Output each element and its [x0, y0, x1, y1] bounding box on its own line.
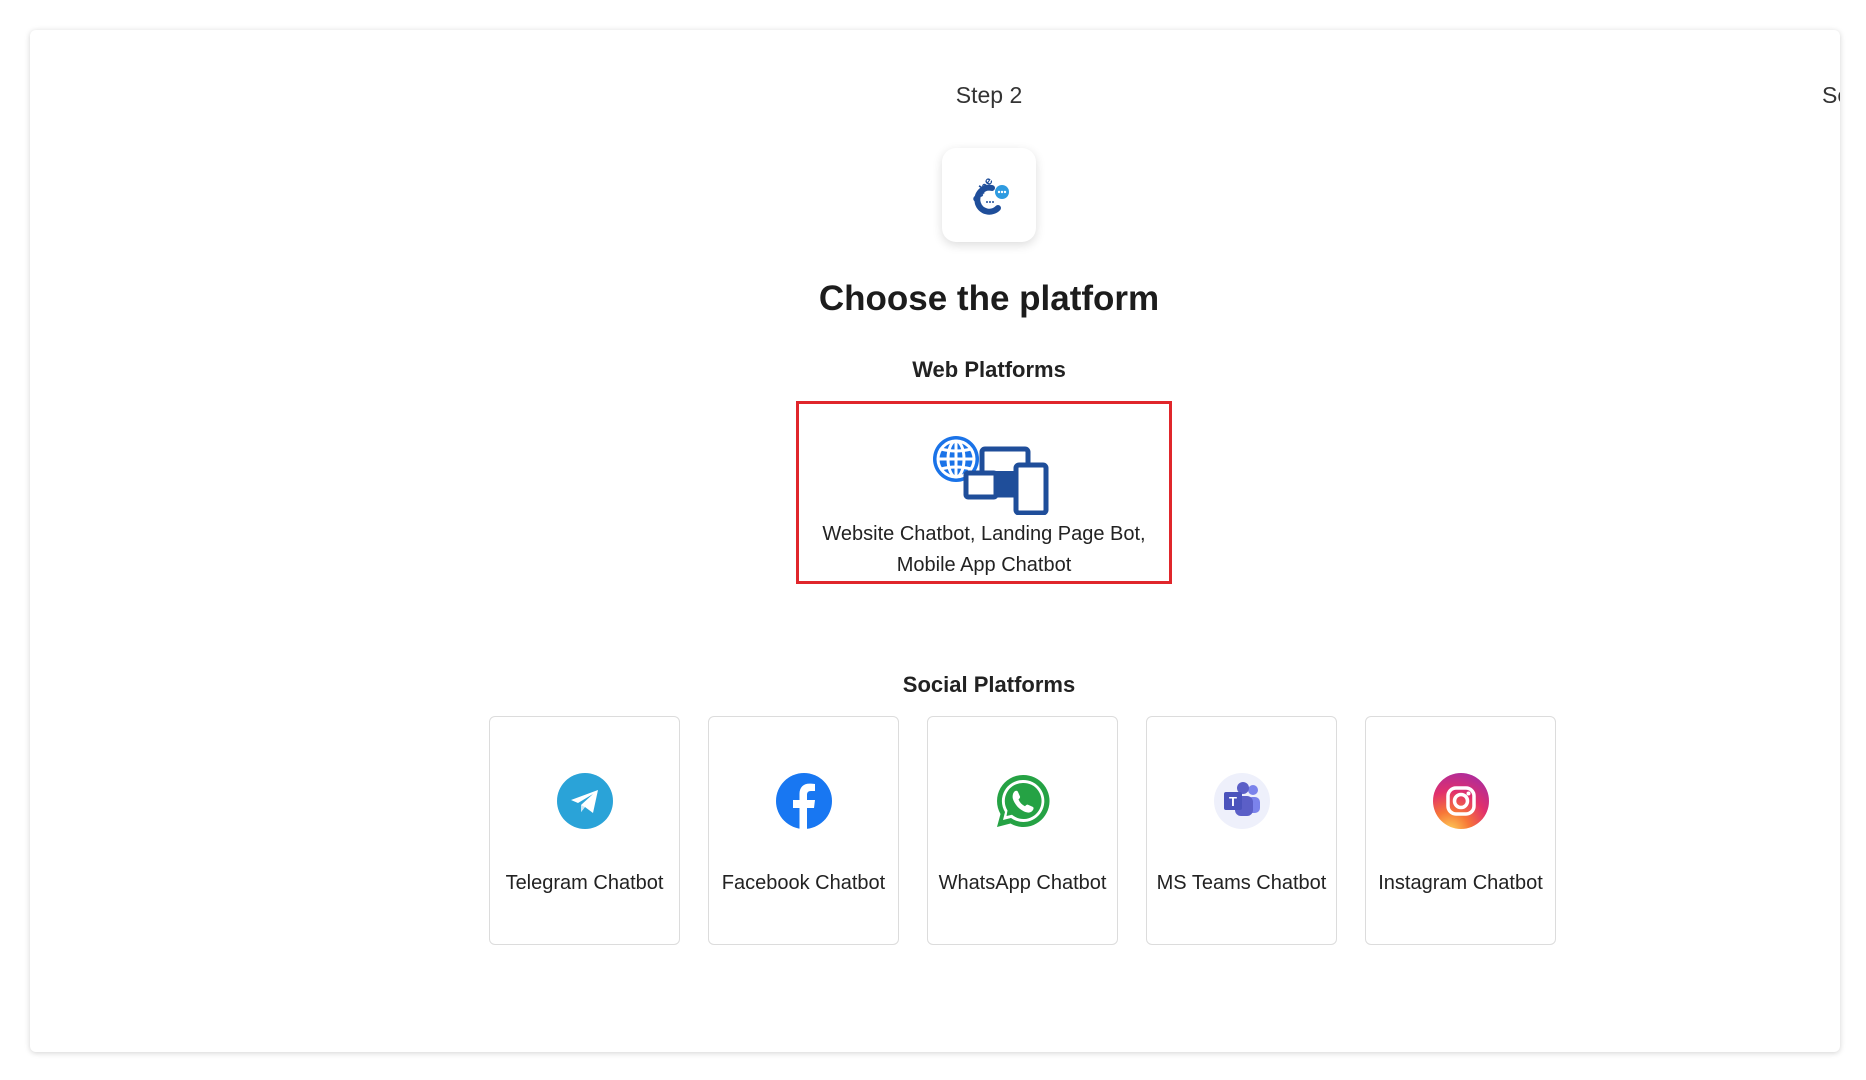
instagram-icon — [1433, 773, 1489, 829]
web-platform-label-line2: Mobile App Chatbot — [896, 554, 1072, 576]
ms-teams-label: MS Teams Chatbot — [1156, 872, 1327, 894]
telegram-icon — [557, 773, 613, 829]
ms-teams-icon: T — [1214, 773, 1270, 829]
cube-logo-icon: cube — [968, 174, 1009, 215]
whatsapp-icon — [997, 774, 1050, 827]
brand-logo: cube — [942, 148, 1036, 242]
globe-devices-icon — [933, 436, 1049, 515]
instagram-label: Instagram Chatbot — [1378, 872, 1543, 894]
facebook-label: Facebook Chatbot — [721, 872, 886, 894]
web-platforms-heading: Web Platforms — [912, 357, 1066, 382]
svg-text:T: T — [1229, 794, 1237, 809]
next-step-label: Se — [1822, 82, 1840, 108]
whatsapp-label: WhatsApp Chatbot — [938, 872, 1107, 894]
facebook-option[interactable]: Facebook Chatbot — [708, 716, 899, 945]
telegram-option[interactable]: Telegram Chatbot — [489, 716, 680, 945]
web-platform-option[interactable]: Website Chatbot, Landing Page Bot, Mobil… — [796, 401, 1172, 584]
step-label: Step 2 — [955, 82, 1023, 108]
ms-teams-option[interactable]: T MS Teams Chatbot — [1146, 716, 1337, 945]
social-platforms-heading: Social Platforms — [902, 672, 1076, 697]
web-platform-label: Website Chatbot, Landing Page Bot, Mobil… — [799, 519, 1169, 581]
instagram-option[interactable]: Instagram Chatbot — [1365, 716, 1556, 945]
page-title: Choose the platform — [818, 279, 1160, 318]
telegram-label: Telegram Chatbot — [505, 872, 664, 894]
whatsapp-option[interactable]: WhatsApp Chatbot — [927, 716, 1118, 945]
facebook-icon — [776, 773, 832, 829]
web-platform-label-line1: Website Chatbot, Landing Page Bot, — [822, 523, 1146, 545]
wizard-card: Step 2 Se cube Choose the platform Web P… — [30, 30, 1840, 1052]
